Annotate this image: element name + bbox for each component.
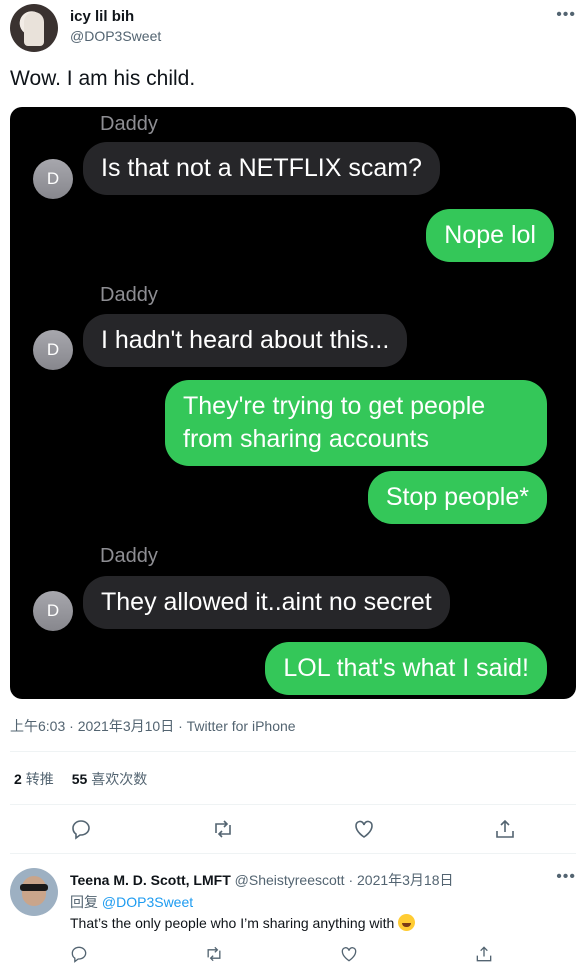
like-icon[interactable] <box>352 817 376 841</box>
author-handle[interactable]: @DOP3Sweet <box>70 28 161 44</box>
like-count[interactable]: 55 <box>72 771 88 787</box>
message-sender: Daddy <box>100 113 158 135</box>
reply-prefix: 回复 <box>70 894 98 910</box>
reply-to-handle[interactable]: @DOP3Sweet <box>102 894 193 910</box>
share-icon[interactable] <box>474 944 494 964</box>
reply-date[interactable]: · 2021年3月18日 <box>348 872 453 888</box>
more-options-icon[interactable]: ••• <box>556 868 576 886</box>
tweet-header: icy lil bih @DOP3Sweet ••• <box>10 4 576 54</box>
rofl-emoji-icon <box>398 914 416 931</box>
message-sender: Daddy <box>100 284 158 306</box>
message-bubble-incoming: Is that not a NETFLIX scam? <box>83 142 440 195</box>
message-bubble-outgoing: Nope lol <box>426 209 554 262</box>
contact-avatar: D <box>33 330 73 370</box>
author-avatar[interactable] <box>10 4 58 52</box>
retweet-icon[interactable] <box>204 944 224 964</box>
message-bubble-outgoing: They're trying to get people from sharin… <box>165 380 547 466</box>
message-bubble-incoming: They allowed it..aint no secret <box>83 576 450 629</box>
replying-to: 回复 @DOP3Sweet <box>70 892 193 912</box>
reply-text-content: That’s the only people who I’m sharing a… <box>70 915 395 931</box>
message-bubble-incoming: I hadn't heard about this... <box>83 314 408 367</box>
author-name[interactable]: icy lil bih <box>70 8 134 25</box>
message-bubble-outgoing: LOL that's what I said! <box>265 642 547 695</box>
tweet-actions <box>0 817 586 841</box>
like-icon[interactable] <box>339 944 359 964</box>
retweet-label[interactable]: 转推 <box>26 771 54 787</box>
reply-author-name[interactable]: Teena M. D. Scott, LMFT <box>70 872 231 888</box>
reply-icon[interactable] <box>69 944 89 964</box>
divider <box>10 853 576 854</box>
tweet-timestamp[interactable]: 上午6:03 · 2021年3月10日 · Twitter for iPhone <box>10 716 296 736</box>
retweet-count[interactable]: 2 <box>14 771 22 787</box>
message-sender: Daddy <box>100 545 158 567</box>
retweet-icon[interactable] <box>211 817 235 841</box>
like-label[interactable]: 喜欢次数 <box>91 771 147 787</box>
tweet-media-image[interactable]: Daddy D Is that not a NETFLIX scam? Nope… <box>10 107 576 699</box>
reply-actions <box>0 944 586 968</box>
contact-avatar: D <box>33 591 73 631</box>
share-icon[interactable] <box>493 817 517 841</box>
divider <box>10 804 576 805</box>
reply-text: That’s the only people who I’m sharing a… <box>70 914 416 931</box>
reply-author-line: Teena M. D. Scott, LMFT @Sheistyreescott… <box>70 870 454 890</box>
more-options-icon[interactable]: ••• <box>556 6 576 24</box>
reply-author-avatar[interactable] <box>10 868 58 916</box>
tweet-text: Wow. I am his child. <box>10 67 196 90</box>
message-bubble-outgoing: Stop people* <box>367 471 547 524</box>
contact-avatar: D <box>33 159 73 199</box>
reply-author-handle[interactable]: @Sheistyreescott <box>235 872 345 888</box>
reply-icon[interactable] <box>69 817 93 841</box>
tweet-stats: 2 转推 55 喜欢次数 <box>14 769 147 789</box>
divider <box>10 751 576 752</box>
